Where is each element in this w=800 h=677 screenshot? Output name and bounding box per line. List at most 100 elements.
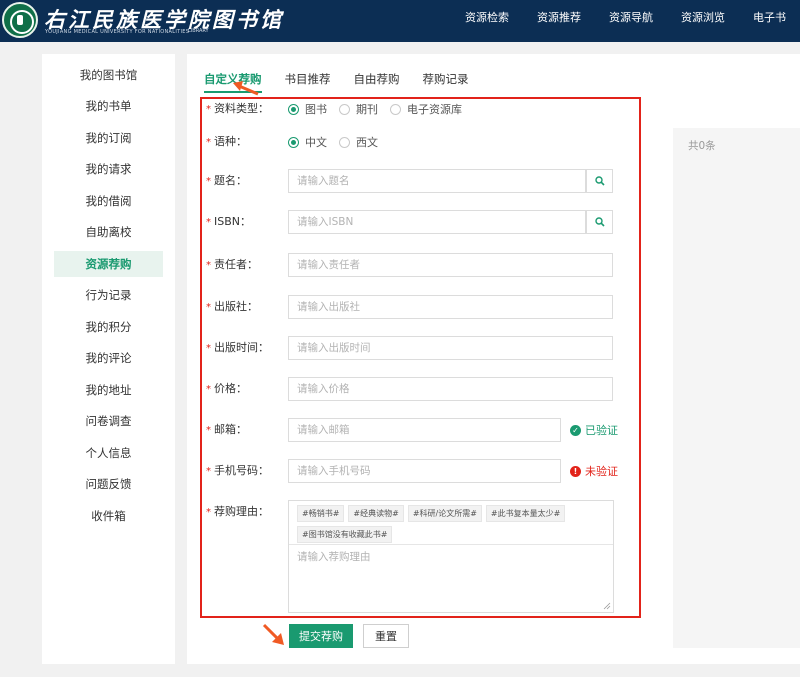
email-label-wrap: * 邮箱： [206,418,247,443]
sidebar-item-my-address[interactable]: 我的地址 [54,377,163,403]
phone-status-text: 未验证 [585,465,618,478]
sidebar-item-activity-log[interactable]: 行为记录 [54,282,163,308]
nav-resource-recommend[interactable]: 资源推荐 [523,0,595,36]
field-price: * 价格： [206,377,626,401]
library-name-english: YOUJIANG MEDICAL UNIVERSITY FOR NATIONAL… [45,29,190,35]
nav-resource-navigation[interactable]: 资源导航 [595,0,667,36]
required-mark: * [206,425,211,436]
nav-resource-search[interactable]: 资源检索 [451,0,523,36]
phone-input[interactable] [288,459,561,483]
nav-resource-browse[interactable]: 资源浏览 [667,0,739,36]
radio-button[interactable] [390,103,401,115]
submit-purchase-button[interactable]: 提交荐购 [289,624,353,648]
radio-label-chinese: 中文 [305,136,327,149]
title-input[interactable] [288,169,586,193]
required-mark: * [206,507,211,518]
sidebar-item-my-subscriptions[interactable]: 我的订阅 [54,125,163,151]
required-mark: * [206,104,211,115]
field-publish-date: * 出版时间： [206,336,626,360]
sidebar-item-feedback[interactable]: 问题反馈 [54,471,163,497]
publisher-input[interactable] [288,295,613,319]
sidebar-item-my-requests[interactable]: 我的请求 [54,156,163,182]
library-logo[interactable] [2,2,38,38]
arrow-annotation-icon [262,623,284,645]
sidebar-item-my-booklist[interactable]: 我的书单 [54,93,163,119]
sidebar-item-my-comments[interactable]: 我的评论 [54,345,163,371]
email-input[interactable] [288,418,561,442]
records-panel: 共0条 [673,128,800,648]
sidebar-item-my-points[interactable]: 我的积分 [54,314,163,340]
phone-status: ! 未验证 [570,459,618,483]
radio-button[interactable] [339,136,350,148]
phone-label-wrap: * 手机号码： [206,459,269,484]
required-mark: * [206,302,211,313]
sidebar-item-personal-info[interactable]: 个人信息 [54,440,163,466]
radio-lang-chinese[interactable]: 中文 [288,134,327,150]
price-input[interactable] [288,377,613,401]
radio-label-journal: 期刊 [356,103,378,116]
author-label-wrap: * 责任者： [206,253,258,278]
field-author: * 责任者： [206,253,626,277]
isbn-input[interactable] [288,210,586,234]
radio-type-e-resource[interactable]: 电子资源库 [390,101,462,117]
reason-label-wrap: * 荐购理由： [206,500,269,525]
reason-tag-few-copies[interactable]: #此书复本量太少# [485,505,566,522]
reason-tag-classic[interactable]: #经典读物# [348,505,404,522]
reason-tag-bestseller[interactable]: #畅销书# [297,505,345,522]
radio-button[interactable] [339,103,350,115]
sidebar-item-my-loans[interactable]: 我的借阅 [54,188,163,214]
publisher-label: 出版社： [214,300,258,313]
material-type-label: 资料类型： [214,102,269,115]
isbn-label-wrap: * ISBN： [206,210,251,235]
radio-label-e-resource: 电子资源库 [407,103,462,116]
isbn-label: ISBN： [214,215,252,228]
field-phone: *手机号码： ! 未验证 [206,459,626,483]
radio-type-book[interactable]: 图书 [288,101,327,117]
title-search-button[interactable] [586,169,613,193]
language-radio-group: 中文 西文 [288,130,390,154]
nav-ebook[interactable]: 电子书 [739,0,800,36]
sidebar-item-inbox[interactable]: 收件箱 [54,503,163,529]
required-mark: * [206,384,211,395]
radio-button-checked[interactable] [288,103,299,115]
publish-date-input[interactable] [288,336,613,360]
reason-tag-research[interactable]: #科研/论文所需# [407,505,482,522]
required-mark: * [206,260,211,271]
required-mark: * [206,466,211,477]
material-type-label-wrap: * 资料类型： [206,97,269,122]
field-publisher: * 出版社： [206,295,626,319]
title-label-wrap: * 题名： [206,169,247,194]
tab-bibliography-recommend[interactable]: 书目推荐 [285,71,331,93]
records-count: 共0条 [688,140,716,152]
required-mark: * [206,343,211,354]
author-input[interactable] [288,253,613,277]
tab-purchase-records[interactable]: 荐购记录 [423,71,469,93]
sidebar-item-my-library[interactable]: 我的图书馆 [54,62,163,88]
sidebar-item-resource-purchase[interactable]: 资源荐购 [54,251,163,277]
resize-handle-icon[interactable] [603,602,611,610]
sidebar-item-self-checkout[interactable]: 自助离校 [54,219,163,245]
field-email: *邮箱： ✓ 已验证 [206,418,626,442]
check-circle-icon: ✓ [570,424,581,436]
tab-free-purchase[interactable]: 自由荐购 [354,71,400,93]
publish-date-label-wrap: * 出版时间： [206,336,269,361]
reset-button[interactable]: 重置 [363,624,409,648]
isbn-search-button[interactable] [586,210,613,234]
reason-tag-not-collected[interactable]: #图书馆没有收藏此书# [297,526,393,543]
email-label: 邮箱： [214,423,247,436]
reason-textarea[interactable] [289,545,613,612]
library-name-english-suffix: LIBRARY [188,28,209,34]
radio-lang-western[interactable]: 西文 [339,134,378,150]
field-language: * 语种： 中文 西文 [206,130,626,154]
radio-type-journal[interactable]: 期刊 [339,101,378,117]
price-label-wrap: * 价格： [206,377,247,402]
top-header: 右江民族医学院图书馆 YOUJIANG MEDICAL UNIVERSITY F… [0,0,800,42]
alert-circle-icon: ! [570,465,581,477]
sidebar-item-survey[interactable]: 问卷调查 [54,408,163,434]
publisher-label-wrap: * 出版社： [206,295,258,320]
search-icon [594,176,605,186]
title-label: 题名： [214,174,247,187]
required-mark: * [206,176,211,187]
reason-tags: #畅销书# #经典读物# #科研/论文所需# #此书复本量太少# #图书馆没有收藏此书# [297,505,597,547]
radio-button-checked[interactable] [288,136,299,148]
